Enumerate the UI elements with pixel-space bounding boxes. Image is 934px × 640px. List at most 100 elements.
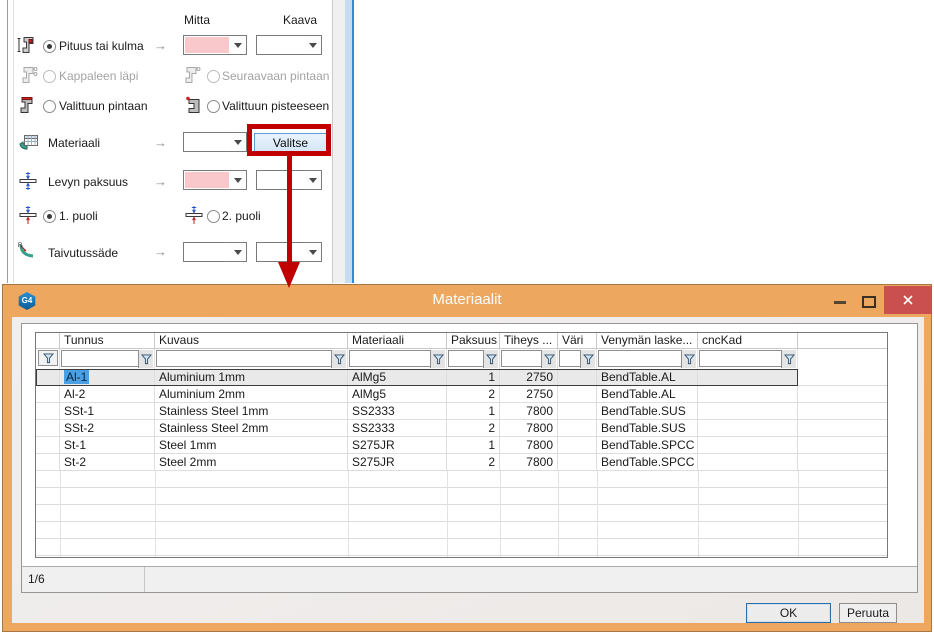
cell-cnckad[interactable] — [698, 403, 798, 420]
table-row[interactable]: St-2 Steel 2mm S275JR 2 7800 BendTable.S… — [36, 454, 887, 471]
cell-venyman[interactable]: BendTable.SPCC — [597, 454, 698, 471]
cell-tiheys[interactable]: 7800 — [500, 403, 558, 420]
maximize-icon[interactable] — [862, 296, 876, 308]
table-row[interactable]: SSt-2 Stainless Steel 2mm SS2333 2 7800 … — [36, 420, 887, 437]
filter-cell-vari[interactable] — [558, 349, 597, 369]
header-kuvaus[interactable]: Kuvaus — [155, 333, 348, 349]
cell-tunnus[interactable]: Al-2 — [60, 386, 155, 403]
cell-cnckad[interactable] — [698, 454, 798, 471]
filter-funnel-button[interactable] — [580, 350, 595, 368]
cell-paksuus[interactable]: 1 — [447, 437, 500, 454]
cell-kuvaus[interactable]: Stainless Steel 2mm — [155, 420, 348, 437]
filter-cell-materiaali[interactable] — [348, 349, 447, 369]
filter-cell-tunnus[interactable] — [60, 349, 155, 369]
filter-funnel-button[interactable] — [541, 350, 556, 368]
filter-funnel-button[interactable] — [138, 350, 153, 368]
mitta-combo-pituus[interactable] — [183, 35, 247, 55]
ok-button[interactable]: OK — [746, 603, 831, 623]
cell-vari[interactable] — [558, 369, 597, 386]
header-tiheys[interactable]: Tiheys ... — [500, 333, 558, 349]
cell-paksuus[interactable]: 2 — [447, 420, 500, 437]
taivutussade-combo[interactable] — [183, 242, 247, 262]
filter-input[interactable] — [156, 350, 346, 367]
close-button[interactable] — [884, 286, 932, 314]
table-row[interactable]: Al-1 Aluminium 1mm AlMg5 1 2750 BendTabl… — [36, 369, 887, 386]
filter-cell-cnckad[interactable] — [698, 349, 798, 369]
cell-materiaali[interactable]: S275JR — [348, 437, 447, 454]
through-part-icon — [17, 65, 39, 85]
cell-venyman[interactable]: BendTable.AL — [597, 386, 698, 403]
filter-funnel-button[interactable] — [430, 350, 445, 368]
radio-2-puoli[interactable] — [207, 210, 220, 223]
header-vari[interactable]: Väri — [558, 333, 597, 349]
table-row[interactable]: Al-2 Aluminium 2mm AlMg5 2 2750 BendTabl… — [36, 386, 887, 403]
cancel-button[interactable]: Peruuta — [839, 603, 897, 623]
cell-paksuus[interactable]: 1 — [447, 403, 500, 420]
cell-tiheys[interactable]: 2750 — [500, 386, 558, 403]
cell-tiheys[interactable]: 7800 — [500, 437, 558, 454]
filter-cell-paksuus[interactable] — [447, 349, 500, 369]
minimize-icon[interactable] — [834, 301, 846, 304]
cell-cnckad[interactable] — [698, 369, 798, 386]
cell-materiaali[interactable]: AlMg5 — [348, 386, 447, 403]
cell-tunnus[interactable]: Al-1 — [60, 369, 155, 386]
radio-valittuun-pintaan[interactable] — [43, 100, 56, 113]
cell-cnckad[interactable] — [698, 437, 798, 454]
cell-kuvaus[interactable]: Aluminium 2mm — [155, 386, 348, 403]
cell-tiheys[interactable]: 7800 — [500, 454, 558, 471]
cell-venyman[interactable]: BendTable.AL — [597, 369, 698, 386]
radio-valittuun-pisteeseen[interactable] — [207, 100, 220, 113]
header-tunnus[interactable]: Tunnus — [60, 333, 155, 349]
filter-funnel-button[interactable] — [38, 350, 58, 366]
kaava-combo-pituus[interactable] — [256, 35, 322, 55]
header-venyman[interactable]: Venymän laske... — [597, 333, 698, 349]
cell-materiaali[interactable]: SS2333 — [348, 403, 447, 420]
cell-kuvaus[interactable]: Steel 2mm — [155, 454, 348, 471]
filter-cell-kuvaus[interactable] — [155, 349, 348, 369]
header-materiaali[interactable]: Materiaali — [348, 333, 447, 349]
filter-funnel-button[interactable] — [681, 350, 696, 368]
cell-cnckad[interactable] — [698, 386, 798, 403]
cell-materiaali[interactable]: SS2333 — [348, 420, 447, 437]
cell-venyman[interactable]: BendTable.SPCC — [597, 437, 698, 454]
cell-kuvaus[interactable]: Aluminium 1mm — [155, 369, 348, 386]
cell-vari[interactable] — [558, 437, 597, 454]
cell-tiheys[interactable]: 2750 — [500, 369, 558, 386]
materiaali-combo[interactable] — [183, 132, 247, 152]
cell-vari[interactable] — [558, 420, 597, 437]
cell-kuvaus[interactable]: Stainless Steel 1mm — [155, 403, 348, 420]
cell-tunnus[interactable]: SSt-1 — [60, 403, 155, 420]
radio-1-puoli[interactable] — [43, 210, 56, 223]
table-row[interactable]: SSt-1 Stainless Steel 1mm SS2333 1 7800 … — [36, 403, 887, 420]
filter-cell-tiheys[interactable] — [500, 349, 558, 369]
filter-cell-venyman[interactable] — [597, 349, 698, 369]
cell-vari[interactable] — [558, 454, 597, 471]
cell-tiheys[interactable]: 7800 — [500, 420, 558, 437]
header-cnckad[interactable]: cncKad — [698, 333, 798, 349]
grid-line — [698, 471, 699, 558]
panel-splitter-band[interactable] — [345, 0, 352, 283]
cell-tunnus[interactable]: St-1 — [60, 437, 155, 454]
cell-venyman[interactable]: BendTable.SUS — [597, 403, 698, 420]
filter-funnel-button[interactable] — [483, 350, 498, 368]
cell-vari[interactable] — [558, 403, 597, 420]
radio-pituus-tai-kulma[interactable] — [43, 40, 56, 53]
cell-materiaali[interactable]: S275JR — [348, 454, 447, 471]
filter-funnel-button[interactable] — [781, 350, 796, 368]
filter-funnel-button[interactable] — [331, 350, 346, 368]
dialog-titlebar[interactable]: G4 Materiaalit — [3, 285, 931, 317]
chevron-down-icon — [234, 250, 242, 255]
cell-cnckad[interactable] — [698, 420, 798, 437]
cell-tunnus[interactable]: St-2 — [60, 454, 155, 471]
cell-tunnus[interactable]: SSt-2 — [60, 420, 155, 437]
paksuus-combo[interactable] — [183, 170, 247, 190]
table-row[interactable]: St-1 Steel 1mm S275JR 1 7800 BendTable.S… — [36, 437, 887, 454]
cell-kuvaus[interactable]: Steel 1mm — [155, 437, 348, 454]
cell-venyman[interactable]: BendTable.SUS — [597, 420, 698, 437]
header-paksuus[interactable]: Paksuus — [447, 333, 500, 349]
cell-paksuus[interactable]: 2 — [447, 454, 500, 471]
cell-vari[interactable] — [558, 386, 597, 403]
cell-paksuus[interactable]: 1 — [447, 369, 500, 386]
cell-materiaali[interactable]: AlMg5 — [348, 369, 447, 386]
cell-paksuus[interactable]: 2 — [447, 386, 500, 403]
